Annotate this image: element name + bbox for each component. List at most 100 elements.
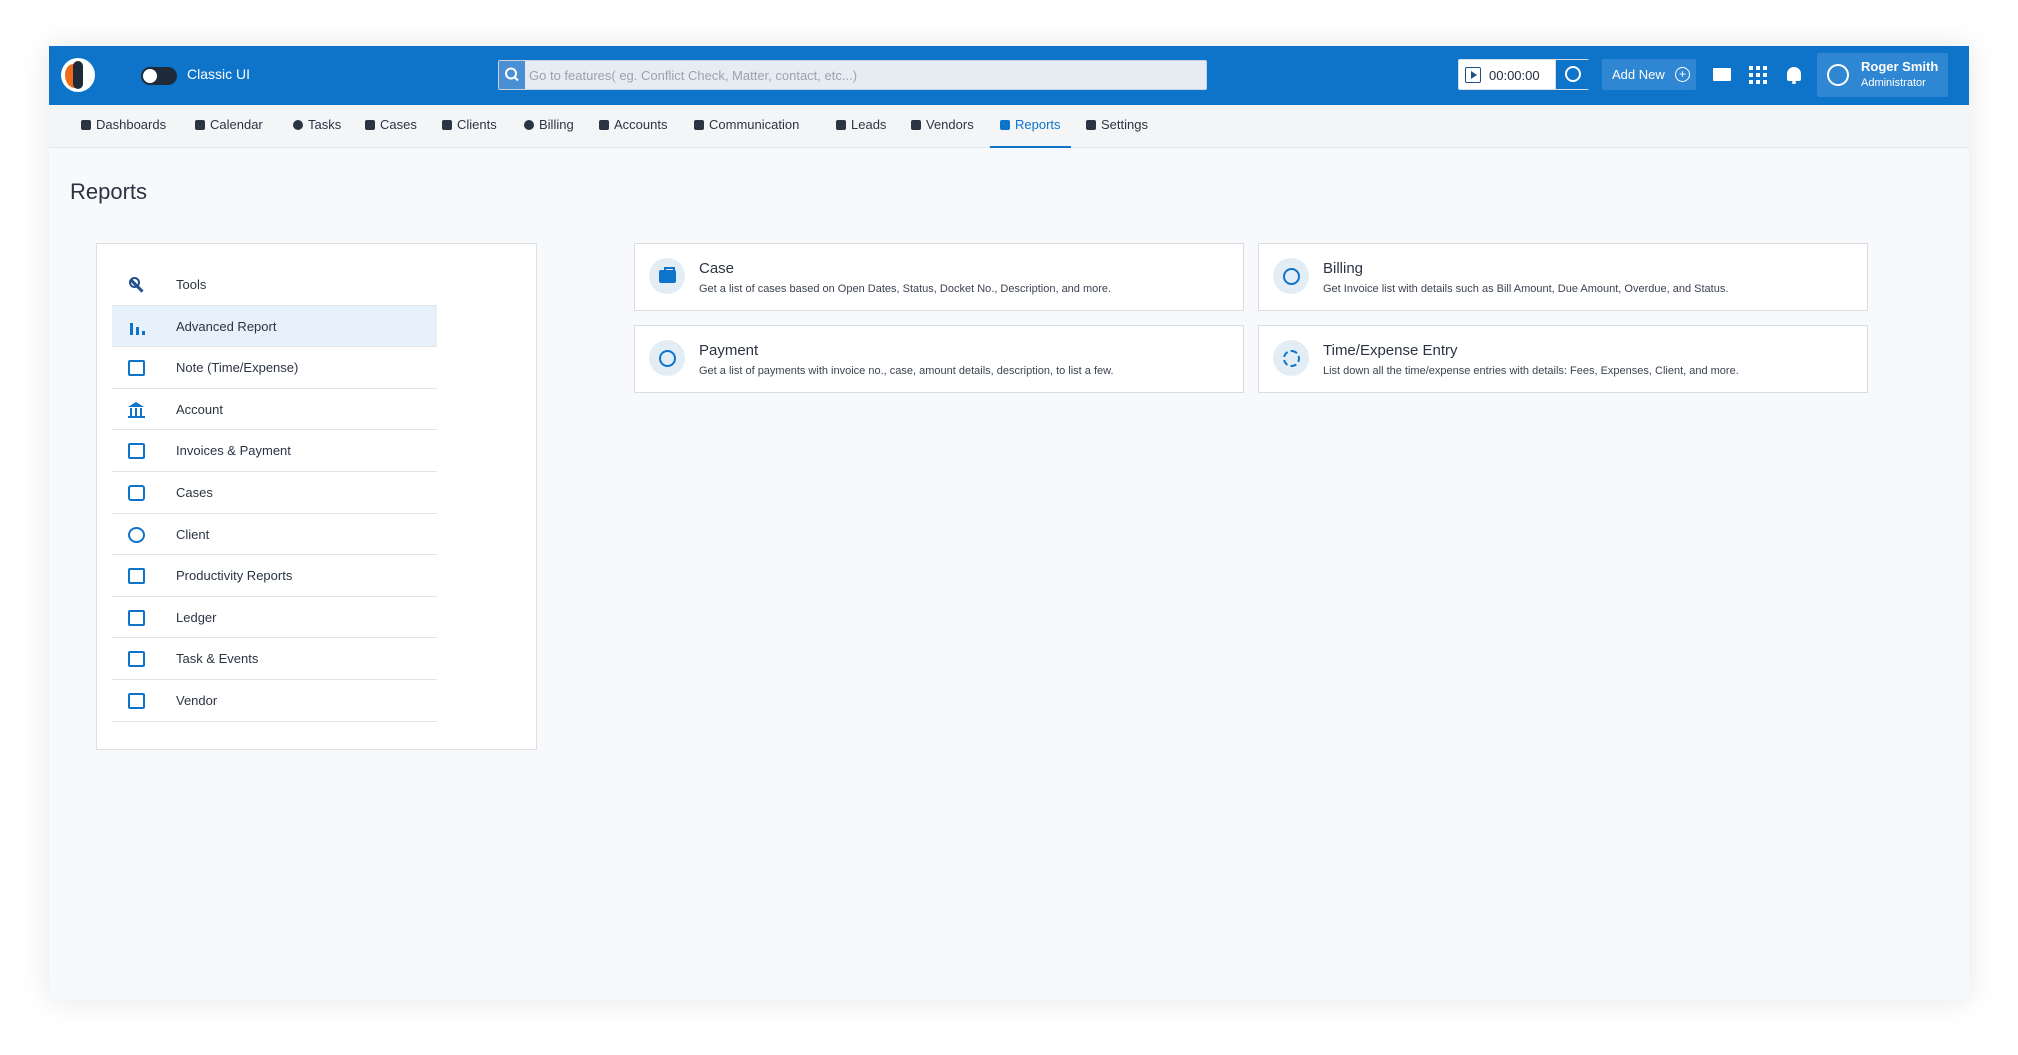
time-dollar-icon (1273, 340, 1309, 376)
report-card-billing[interactable]: Billing Get Invoice list with details su… (1258, 243, 1868, 311)
nav-label: Communication (709, 117, 800, 132)
report-card-time-expense-entry[interactable]: Time/Expense Entry List down all the tim… (1258, 325, 1868, 393)
check-circle-icon (293, 120, 303, 130)
card-title: Time/Expense Entry (1323, 342, 1458, 359)
app-logo[interactable] (61, 58, 95, 92)
page-title: Reports (70, 179, 148, 204)
sidebar-item-label: Productivity Reports (176, 568, 293, 584)
nav-reports[interactable]: Reports (990, 105, 1071, 148)
dollar-circle-icon (649, 340, 685, 376)
apps-grid-icon[interactable] (1748, 65, 1768, 85)
nav-tasks[interactable]: Tasks (293, 105, 341, 148)
card-description: Get Invoice list with details such as Bi… (1323, 283, 1729, 295)
nav-cases[interactable]: Cases (365, 105, 417, 148)
sidebar-item-label: Task & Events (176, 651, 259, 667)
card-title: Billing (1323, 260, 1364, 277)
sidebar-item-label: Vendor (176, 692, 218, 708)
nav-label: Leads (851, 117, 887, 132)
client-icon (128, 526, 145, 543)
briefcase-icon (649, 258, 685, 294)
user-menu[interactable]: Roger Smith Administrator (1817, 53, 1948, 97)
nav-calendar[interactable]: Calendar (195, 105, 263, 148)
nav-label: Cases (380, 117, 417, 132)
plus-circle-icon: + (1675, 67, 1690, 82)
report-category-panel: Tools Advanced Report Note (Time/Expense… (96, 243, 537, 750)
settings-icon (1086, 120, 1096, 130)
nav-clients[interactable]: Clients (442, 105, 497, 148)
sidebar-item-productivity-reports[interactable]: Productivity Reports (112, 555, 437, 597)
nav-label: Reports (1015, 117, 1061, 132)
invoice-icon (128, 443, 145, 460)
nav-accounts[interactable]: Accounts (599, 105, 667, 148)
briefcase-icon (365, 120, 375, 130)
alarm-clock-icon[interactable] (1555, 60, 1589, 89)
card-title: Payment (699, 342, 759, 359)
nav-communication[interactable]: Communication (694, 105, 799, 148)
chat-icon (694, 120, 704, 130)
sidebar-item-label: Cases (176, 484, 213, 500)
sidebar-item-account[interactable]: Account (112, 389, 437, 431)
mail-icon[interactable] (1712, 65, 1732, 85)
report-icon (1000, 120, 1010, 130)
nav-dashboards[interactable]: Dashboards (81, 105, 166, 148)
app-window: Classic UI 00:00:00 Add New + Roger Smit… (49, 46, 1969, 1000)
sidebar-item-ledger[interactable]: Ledger (112, 597, 437, 639)
nav-label: Clients (457, 117, 497, 132)
report-category-list: Tools Advanced Report Note (Time/Expense… (112, 264, 437, 722)
sidebar-item-invoices-payment[interactable]: Invoices & Payment (112, 430, 437, 472)
nav-settings[interactable]: Settings (1086, 105, 1148, 148)
top-bar: Classic UI 00:00:00 Add New + Roger Smit… (49, 46, 1969, 105)
add-new-button[interactable]: Add New + (1602, 59, 1696, 90)
card-description: Get a list of payments with invoice no.,… (699, 365, 1114, 377)
calendar-list-icon (128, 651, 145, 668)
calendar-icon (195, 120, 205, 130)
card-description: Get a list of cases based on Open Dates,… (699, 283, 1112, 295)
sidebar-item-cases[interactable]: Cases (112, 472, 437, 514)
search-icon[interactable] (499, 61, 525, 89)
dollar-circle-icon (1273, 258, 1309, 294)
report-card-payment[interactable]: Payment Get a list of payments with invo… (634, 325, 1244, 393)
ledger-icon (128, 609, 145, 626)
leads-icon (836, 120, 846, 130)
dollar-icon (524, 120, 534, 130)
user-name: Roger Smith (1861, 59, 1939, 74)
sidebar-item-label: Note (Time/Expense) (176, 360, 299, 376)
sidebar-item-label: Invoices & Payment (176, 443, 291, 459)
sidebar-item-note-time-expense[interactable]: Note (Time/Expense) (112, 347, 437, 389)
card-title: Case (699, 260, 735, 277)
nav-label: Calendar (210, 117, 263, 132)
classic-ui-label: Classic UI (187, 66, 251, 82)
main-nav: Dashboards Calendar Tasks Cases Clients … (49, 105, 1969, 148)
nav-leads[interactable]: Leads (836, 105, 886, 148)
sidebar-item-task-events[interactable]: Task & Events (112, 638, 437, 680)
sidebar-item-client[interactable]: Client (112, 514, 437, 556)
bank-icon (128, 401, 145, 418)
productivity-chart-icon (128, 568, 145, 585)
briefcase-icon (128, 484, 145, 501)
sidebar-item-vendor[interactable]: Vendor (112, 680, 437, 722)
note-icon (128, 360, 145, 377)
store-icon (911, 120, 921, 130)
wrench-icon (128, 277, 145, 293)
report-card-case[interactable]: Case Get a list of cases based on Open D… (634, 243, 1244, 311)
nav-label: Billing (539, 117, 574, 132)
sidebar-item-label: Account (176, 401, 223, 417)
notification-bell-icon[interactable] (1784, 65, 1804, 85)
play-icon[interactable] (1465, 67, 1481, 83)
sidebar-item-label: Ledger (176, 609, 217, 625)
add-new-label: Add New (1612, 67, 1665, 82)
nav-vendors[interactable]: Vendors (911, 105, 974, 148)
sidebar-item-label: Tools (176, 277, 207, 292)
feature-search (498, 60, 1207, 90)
nav-label: Accounts (614, 117, 668, 132)
classic-ui-toggle[interactable] (141, 67, 177, 85)
vendor-icon (128, 692, 145, 709)
nav-label: Vendors (926, 117, 974, 132)
search-input[interactable] (529, 61, 1199, 89)
sidebar-item-advanced-report[interactable]: Advanced Report (112, 305, 437, 348)
grid-icon (81, 120, 91, 130)
bar-chart-icon (128, 319, 145, 335)
sidebar-item-tools[interactable]: Tools (112, 264, 437, 306)
nav-label: Tasks (308, 117, 342, 132)
nav-billing[interactable]: Billing (524, 105, 574, 148)
